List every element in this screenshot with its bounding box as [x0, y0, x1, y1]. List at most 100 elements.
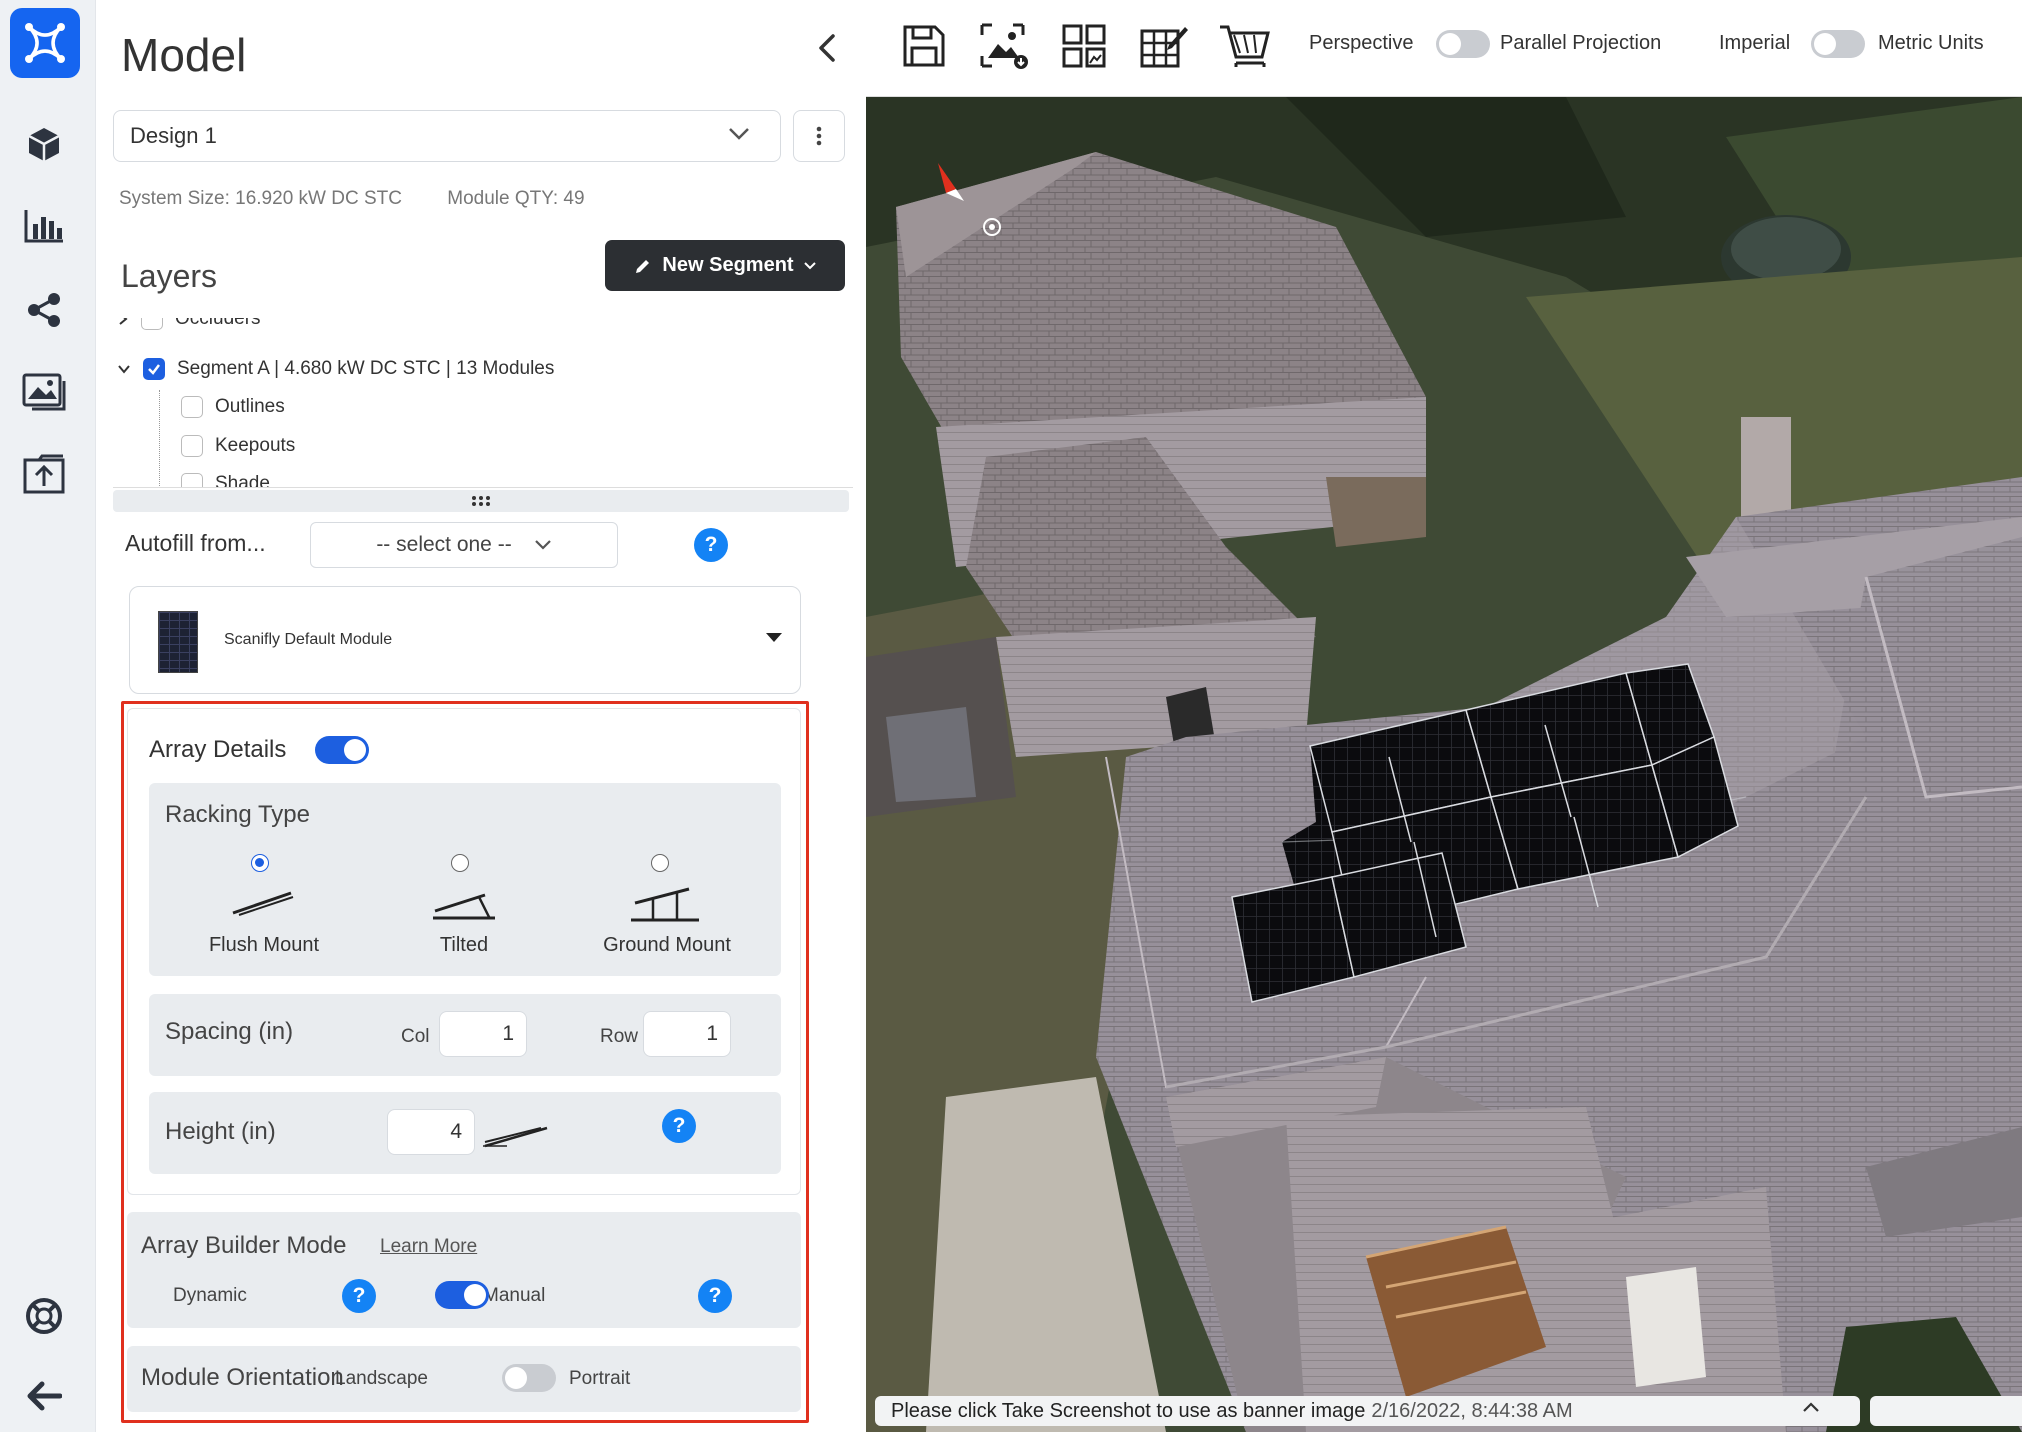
- house-3d-model: [866, 97, 2022, 1432]
- landscape-label: Landscape: [335, 1368, 428, 1389]
- flush-mount-icon: [232, 891, 294, 916]
- height-input[interactable]: 4: [387, 1109, 475, 1155]
- images-icon[interactable]: [18, 366, 70, 418]
- flush-mount-radio[interactable]: [251, 854, 269, 872]
- learn-more-link[interactable]: Learn More: [380, 1236, 477, 1258]
- keepouts-checkbox[interactable]: [181, 435, 203, 457]
- grid-edit-icon[interactable]: [1136, 18, 1192, 74]
- autofill-help-icon[interactable]: ?: [694, 528, 728, 562]
- orientation-title: Module Orientation: [141, 1364, 344, 1391]
- panel-resize-handle[interactable]: [113, 490, 849, 512]
- help-lifebuoy-icon[interactable]: [18, 1290, 70, 1342]
- upload-folder-icon[interactable]: [18, 448, 70, 500]
- ground-mount-radio[interactable]: [651, 854, 669, 872]
- manual-label: Manual: [483, 1285, 546, 1306]
- tree-row-segment-a[interactable]: Segment A | 4.680 kW DC STC | 13 Modules: [117, 358, 554, 380]
- image-download-icon[interactable]: [976, 18, 1032, 74]
- autofill-select-value: -- select one --: [376, 533, 512, 556]
- drag-dots-icon: [472, 496, 490, 506]
- shade-checkbox[interactable]: [181, 473, 203, 487]
- bar-chart-icon[interactable]: [18, 200, 70, 252]
- chevron-right-icon[interactable]: [117, 318, 129, 326]
- layers-heading: Layers: [121, 258, 218, 294]
- parallel-projection-label: Parallel Projection: [1500, 32, 1662, 54]
- 3d-model-viewport[interactable]: [866, 97, 2022, 1432]
- module-qty: Module QTY: 49: [447, 188, 585, 209]
- tree-row-label: Outlines: [215, 396, 285, 417]
- orientation-toggle[interactable]: [502, 1364, 556, 1392]
- design-select[interactable]: Design 1: [113, 110, 781, 162]
- tilted-label: Tilted: [439, 934, 489, 956]
- tree-guide: [159, 390, 160, 487]
- imperial-label: Imperial: [1719, 32, 1791, 54]
- system-summary: System Size: 16.920 kW DC STC Module QTY…: [119, 188, 625, 210]
- model-panel: Model Design 1 System Size: 16.920 kW DC…: [97, 0, 951, 1432]
- design-menu-kebab-icon[interactable]: [793, 110, 845, 162]
- autofill-label: Autofill from...: [125, 530, 266, 556]
- app-logo[interactable]: [10, 8, 80, 78]
- panel-title: Model: [121, 29, 247, 81]
- tilted-radio[interactable]: [451, 854, 469, 872]
- cart-frame-icon[interactable]: [1216, 18, 1272, 74]
- units-toggle[interactable]: [1811, 30, 1865, 58]
- design-select-value: Design 1: [130, 123, 217, 148]
- height-help-icon[interactable]: ?: [662, 1109, 696, 1143]
- builder-mode-title: Array Builder Mode: [141, 1232, 347, 1259]
- viewer-toolbar: Perspective Parallel Projection Imperial…: [866, 0, 2022, 97]
- tree-row-label: Shade: [215, 473, 270, 488]
- spacing-title: Spacing (in): [165, 1018, 294, 1045]
- solar-module-thumbnail: [158, 611, 198, 673]
- module-orientation-section: Module Orientation Landscape Portrait: [127, 1346, 801, 1412]
- racking-type-title: Racking Type: [165, 801, 310, 828]
- projection-toggle[interactable]: [1436, 30, 1490, 58]
- array-details-toggle[interactable]: [315, 736, 369, 764]
- perspective-label: Perspective: [1309, 32, 1414, 54]
- portrait-label: Portrait: [569, 1368, 631, 1389]
- col-label: Col: [401, 1026, 430, 1047]
- chevron-up-icon[interactable]: [1802, 1400, 1820, 1414]
- segment-a-checkbox[interactable]: [143, 358, 165, 380]
- tree-row-keepouts[interactable]: Keepouts: [181, 435, 295, 457]
- row-spacing-input[interactable]: 1: [643, 1011, 731, 1057]
- status-timestamp: 2/16/2022, 8:44:38 AM: [1371, 1399, 1573, 1422]
- tree-row-label: Segment A | 4.680 kW DC STC | 13 Modules: [177, 358, 555, 379]
- layers-tree: Occluders Segment A | 4.680 kW DC STC | …: [113, 318, 853, 488]
- array-builder-mode-section: Array Builder Mode Learn More Dynamic Ma…: [127, 1212, 801, 1328]
- module-name: Scanifly Default Module: [224, 631, 393, 648]
- layout-grid-icon[interactable]: [1056, 18, 1112, 74]
- manual-help-icon[interactable]: ?: [698, 1279, 732, 1313]
- dynamic-help-icon[interactable]: ?: [342, 1279, 376, 1313]
- col-spacing-input[interactable]: 1: [439, 1011, 527, 1057]
- row-label: Row: [600, 1026, 639, 1047]
- module-select[interactable]: Scanifly Default Module: [129, 586, 801, 694]
- outlines-checkbox[interactable]: [181, 396, 203, 418]
- tree-row-shade[interactable]: Shade: [181, 473, 270, 488]
- tree-row-occluders[interactable]: Occluders: [117, 318, 261, 330]
- chevron-down-icon: [803, 261, 816, 269]
- tree-row-label: Occluders: [175, 318, 261, 329]
- status-bar: Please click Take Screenshot to use as b…: [875, 1396, 1860, 1426]
- cube-icon[interactable]: [18, 118, 70, 170]
- array-details-label: Array Details: [149, 736, 287, 763]
- chevron-down-icon: [534, 540, 551, 550]
- chevron-down-icon[interactable]: [117, 363, 131, 375]
- collapse-panel-chevron-left-icon[interactable]: [807, 28, 847, 68]
- left-rail: [0, 0, 96, 1432]
- status-message: Please click Take Screenshot to use as b…: [891, 1399, 1366, 1422]
- save-icon[interactable]: [896, 18, 952, 74]
- metric-units-label: Metric Units: [1878, 32, 1984, 54]
- share-icon[interactable]: [18, 284, 70, 336]
- builder-mode-toggle[interactable]: [435, 1281, 489, 1309]
- height-panel-icon: [483, 1126, 548, 1148]
- flush-mount-label: Flush Mount: [208, 934, 320, 956]
- tree-row-label: Keepouts: [215, 435, 296, 456]
- new-segment-button[interactable]: New Segment: [605, 240, 845, 291]
- occluders-checkbox[interactable]: [141, 318, 163, 330]
- back-arrow-icon[interactable]: [18, 1370, 70, 1422]
- tree-row-outlines[interactable]: Outlines: [181, 396, 285, 418]
- tilted-icon: [433, 893, 495, 920]
- chevron-down-icon: [729, 128, 749, 140]
- pencil-icon: [636, 259, 650, 273]
- autofill-select[interactable]: -- select one --: [310, 522, 618, 568]
- new-segment-label: New Segment: [662, 254, 794, 276]
